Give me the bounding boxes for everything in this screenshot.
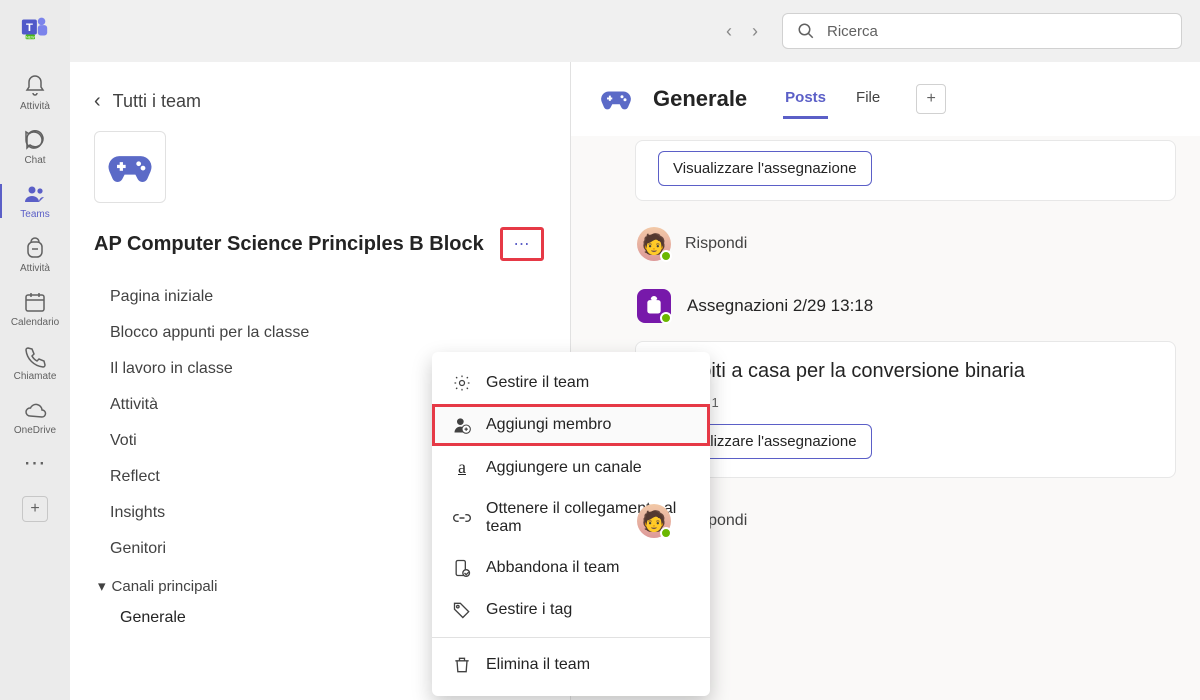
assignment-title: Compiti a casa per la conversione binari… [658, 360, 1153, 383]
caret-down-icon: ▾ [98, 577, 106, 595]
bell-icon [23, 74, 47, 98]
presence-dot-icon [660, 312, 672, 324]
menu-leave-team[interactable]: Abbandona il team [432, 547, 710, 589]
calendar-icon [23, 290, 47, 314]
search-input[interactable]: Ricerca [782, 13, 1182, 49]
assignments-app-icon [637, 289, 671, 323]
reply-button[interactable]: Rispondi [685, 235, 747, 253]
menu-label: Gestire i tag [486, 601, 572, 619]
rail-onedrive[interactable]: OneDrive [0, 390, 70, 444]
rail-label: Chiamate [14, 371, 57, 382]
menu-manage-team[interactable]: Gestire il team [432, 362, 710, 404]
reply-row: 🧑 Rispondi [595, 219, 1176, 283]
rail-assignments[interactable]: Attività [0, 228, 70, 282]
add-tab-button[interactable]: + [916, 84, 946, 114]
menu-label: Aggiungi membro [486, 416, 611, 434]
tree-notebook[interactable]: Blocco appunti per la classe [94, 315, 570, 351]
channel-a-icon: a [452, 457, 472, 478]
chevron-left-icon: ‹ [94, 90, 101, 113]
assignment-post-header: Assegnazioni 2/29 13:18 [595, 283, 1176, 333]
all-teams-button[interactable]: ‹ Tutti i team [70, 82, 570, 131]
channel-team-avatar [595, 78, 637, 120]
menu-label: Aggiungere un canale [486, 459, 642, 477]
chat-icon [23, 128, 47, 152]
search-placeholder: Ricerca [827, 23, 878, 40]
view-assignment-button[interactable]: Visualizzare l'assegnazione [658, 151, 872, 186]
leave-icon [452, 558, 472, 578]
rail-calls[interactable]: Chiamate [0, 336, 70, 390]
svg-text:NEW: NEW [26, 35, 35, 39]
menu-delete-team[interactable]: Elimina il team [432, 644, 710, 686]
menu-add-member[interactable]: Aggiungi membro [432, 404, 710, 446]
assignment-card: Visualizzare l'assegnazione [635, 140, 1176, 201]
top-bar: ‹ › Ricerca [70, 0, 1200, 62]
tree-home[interactable]: Pagina iniziale [94, 279, 570, 315]
channel-header: Generale Posts File + [571, 62, 1200, 136]
assignment-due: Due mar 1 [658, 395, 1153, 410]
all-teams-label: Tutti i team [113, 91, 201, 112]
person-add-icon [452, 415, 472, 435]
link-icon [452, 508, 472, 528]
team-more-button[interactable]: ⋯ [500, 227, 544, 261]
dots-icon: ⋯ [514, 234, 531, 254]
gear-icon [452, 373, 472, 393]
menu-divider [432, 637, 710, 638]
tab-posts[interactable]: Posts [783, 79, 828, 119]
gamepad-icon [104, 141, 156, 193]
nav-back-icon[interactable]: ‹ [726, 21, 732, 42]
rail-activity[interactable]: Attività [0, 66, 70, 120]
trash-icon [452, 655, 472, 675]
user-avatar: 🧑 [637, 504, 671, 538]
teams-logo-icon: TNEW [20, 12, 50, 42]
rail-label: Teams [20, 209, 49, 220]
menu-label: Abbandona il team [486, 559, 619, 577]
menu-add-channel[interactable]: a Aggiungere un canale [432, 446, 710, 489]
channel-name: Generale [653, 86, 747, 112]
tag-icon [452, 600, 472, 620]
search-icon [797, 22, 815, 40]
nav-forward-icon[interactable]: › [752, 21, 758, 42]
team-avatar [94, 131, 166, 203]
user-avatar: 🧑 [637, 227, 671, 261]
cloud-icon [23, 398, 47, 422]
gamepad-icon [598, 81, 634, 117]
assignment-meta: Assegnazioni 2/29 13:18 [687, 296, 873, 316]
rail-label: Attività [20, 101, 50, 112]
phone-icon [23, 344, 47, 368]
rail-label: Calendario [11, 317, 59, 328]
menu-label: Elimina il team [486, 656, 590, 674]
menu-label: Gestire il team [486, 374, 589, 392]
nav-arrows: ‹ › [726, 21, 758, 42]
rail-label: OneDrive [14, 425, 56, 436]
app-rail: TNEW Attività Chat Teams Attività Calend… [0, 0, 70, 700]
rail-label: Chat [24, 155, 45, 166]
rail-add-app-button[interactable]: + [22, 496, 48, 522]
backpack-icon [23, 236, 47, 260]
team-title: AP Computer Science Principles B Block [94, 233, 484, 256]
tab-file[interactable]: File [854, 79, 882, 119]
channels-label: Canali principali [112, 578, 218, 595]
presence-dot-icon [660, 250, 672, 262]
svg-text:T: T [26, 22, 33, 34]
rail-calendar[interactable]: Calendario [0, 282, 70, 336]
menu-manage-tags[interactable]: Gestire i tag [432, 589, 710, 631]
people-icon [23, 182, 47, 206]
plus-icon: + [927, 90, 936, 108]
rail-more-icon[interactable]: ⋯ [24, 450, 47, 476]
presence-dot-icon [660, 527, 672, 539]
rail-label: Attività [20, 263, 50, 274]
channel-tabs: Posts File [783, 79, 882, 119]
team-panel: ‹ Tutti i team AP Computer Science Princ… [70, 62, 570, 700]
rail-chat[interactable]: Chat [0, 120, 70, 174]
assignment-card: Compiti a casa per la conversione binari… [635, 341, 1176, 478]
rail-teams[interactable]: Teams [0, 174, 70, 228]
